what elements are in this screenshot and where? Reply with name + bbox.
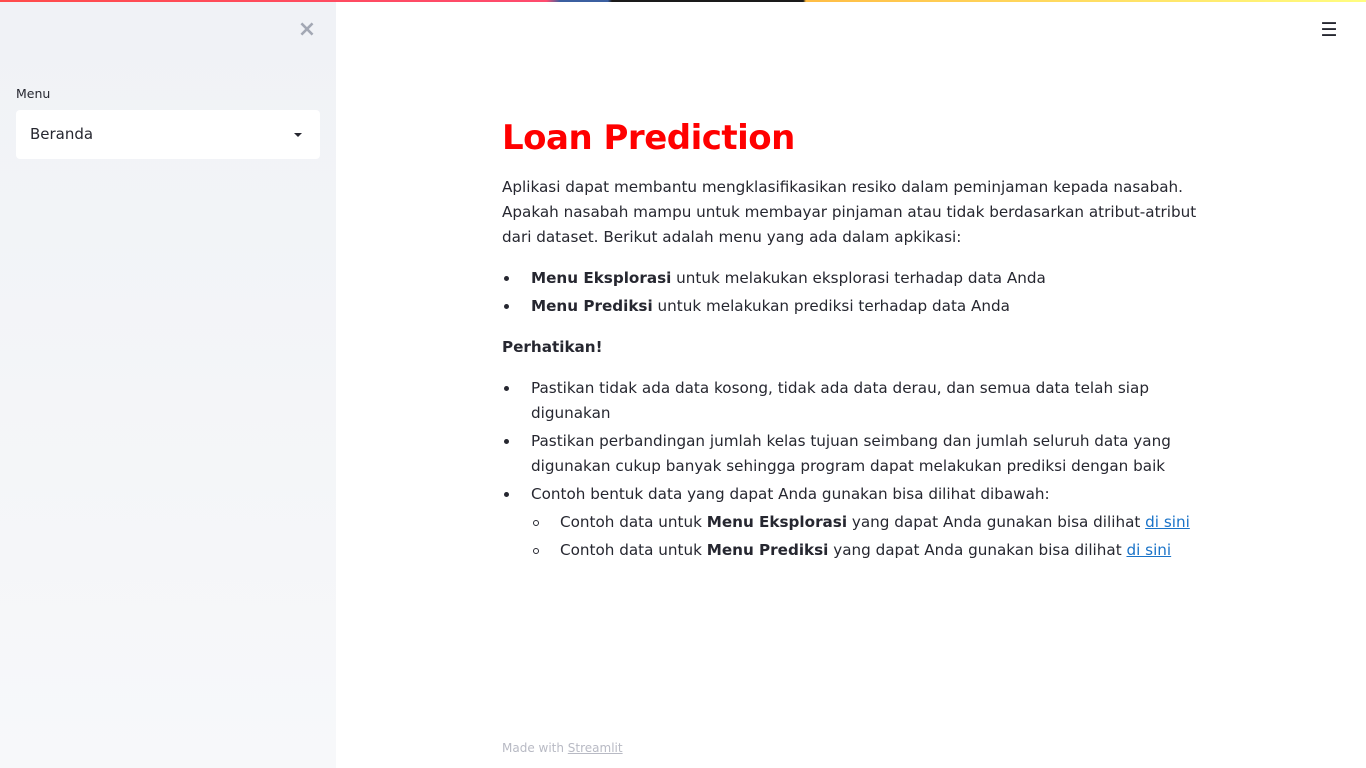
menu-select-value: Beranda [30,125,94,143]
list-item-bold: Menu Eksplorasi [531,269,672,287]
list-item: Menu Eksplorasi untuk melakukan eksplora… [502,266,1212,291]
example-suffix: yang dapat Anda gunakan bisa dilihat [847,513,1146,531]
sidebar: × Menu Beranda [0,2,336,768]
intro-paragraph: Aplikasi dapat membantu mengklasifikasik… [502,178,1197,246]
example-prefix: Contoh data untuk [560,541,707,559]
list-item-text: untuk melakukan eksplorasi terhadap data… [671,269,1046,287]
hamburger-menu-icon[interactable]: ☰ [1320,20,1338,40]
close-icon[interactable]: × [296,19,318,41]
footer-text: Made with [502,741,568,755]
list-item-bold: Menu Prediksi [531,297,653,315]
list-item: Contoh data untuk Menu Prediksi yang dap… [531,538,1212,563]
warning-heading: Perhatikan! [502,338,603,356]
list-item-text: Pastikan perbandingan jumlah kelas tujua… [531,432,1171,475]
list-item-text: Pastikan tidak ada data kosong, tidak ad… [531,379,1149,422]
list-item: Contoh data untuk Menu Eksplorasi yang d… [531,510,1212,535]
chevron-down-icon [294,133,302,137]
example-bold: Menu Prediksi [706,541,829,559]
menu-list: Menu Eksplorasi untuk melakukan eksplora… [502,266,1212,322]
menu-select-label: Menu [16,86,51,101]
list-item: Pastikan tidak ada data kosong, tidak ad… [502,376,1212,426]
prediksi-example-link[interactable]: di sini [1126,541,1171,559]
warning-list: Pastikan tidak ada data kosong, tidak ad… [502,376,1212,566]
example-bold: Menu Eksplorasi [706,513,848,531]
menu-select[interactable]: Beranda [16,110,320,159]
example-suffix: yang dapat Anda gunakan bisa dilihat [828,541,1127,559]
example-prefix: Contoh data untuk [560,513,707,531]
list-item-text: Contoh bentuk data yang dapat Anda gunak… [531,485,1050,503]
list-item-text: untuk melakukan prediksi terhadap data A… [652,297,1010,315]
streamlit-link[interactable]: Streamlit [568,741,623,755]
list-item: Menu Prediksi untuk melakukan prediksi t… [502,294,1212,319]
list-item: Pastikan perbandingan jumlah kelas tujua… [502,429,1212,479]
footer: Made with Streamlit [502,741,623,755]
eksplorasi-example-link[interactable]: di sini [1145,513,1190,531]
list-item: Contoh bentuk data yang dapat Anda gunak… [502,482,1212,563]
example-list: Contoh data untuk Menu Eksplorasi yang d… [531,510,1212,563]
page-title: Loan Prediction [502,118,795,158]
